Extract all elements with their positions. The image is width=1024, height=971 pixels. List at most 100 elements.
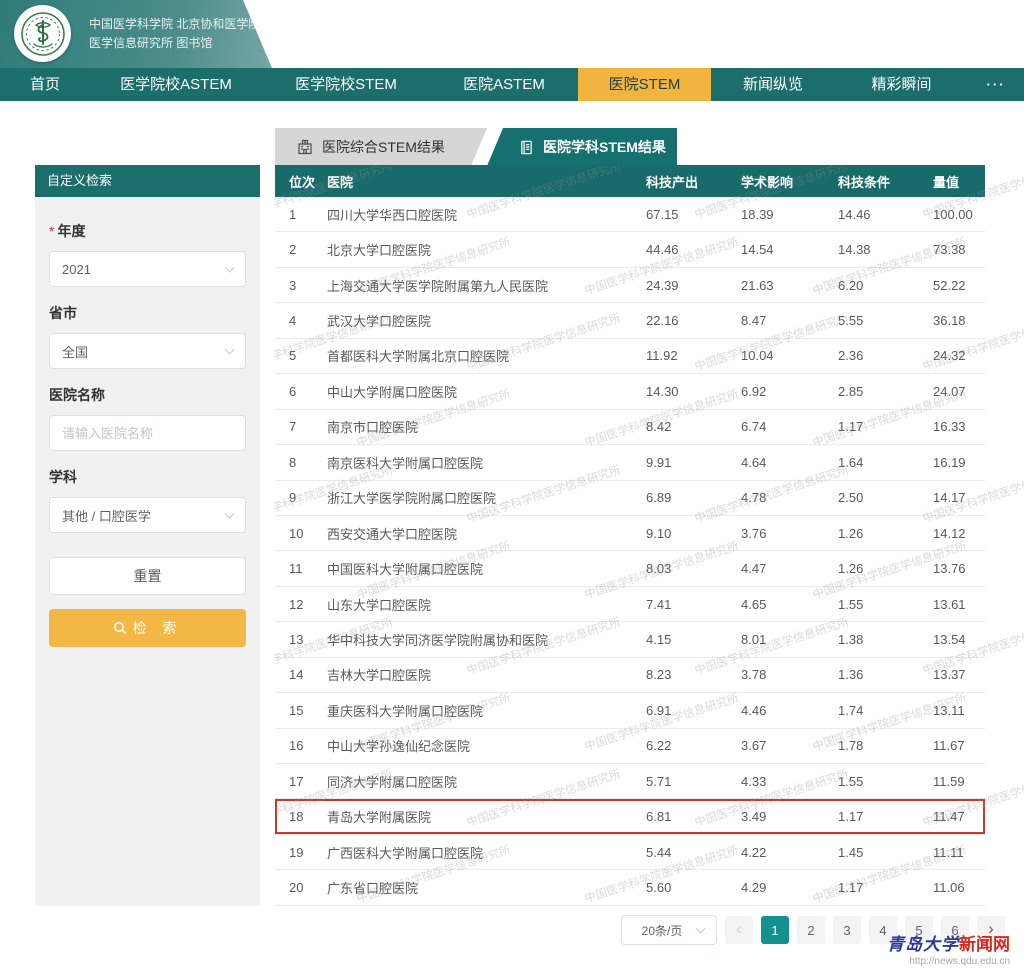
academic-impact-cell: 6.92 (741, 384, 838, 399)
value-cell: 11.47 (933, 809, 985, 824)
academic-impact-cell: 4.65 (741, 597, 838, 612)
tech-condition-cell: 6.20 (838, 278, 933, 293)
institute-name-line2: 医学信息研究所 图书馆 (89, 34, 260, 53)
tab-hospital-discipline-stem[interactable]: 医院学科STEM结果 (487, 128, 677, 166)
result-tabs: 医院综合STEM结果 医院学科STEM结果 (275, 128, 677, 166)
hospital-cell: 青岛大学附属医院 (327, 807, 646, 826)
nav-item[interactable]: 医学院校STEM (262, 68, 430, 101)
hospital-cell: 吉林大学口腔医院 (327, 665, 646, 684)
caduceus-seal-icon (20, 11, 66, 57)
page-size-select[interactable]: 20条/页 (621, 915, 717, 945)
table-row: 16中山大学孙逸仙纪念医院6.223.671.7811.67 (275, 729, 985, 764)
value-cell: 24.07 (933, 384, 985, 399)
institute-name: 中国医学科学院 北京协和医学院 医学信息研究所 图书馆 (89, 15, 260, 53)
hospital-cell: 北京大学口腔医院 (327, 240, 646, 259)
value-cell: 13.76 (933, 561, 985, 576)
rank-cell: 15 (275, 703, 327, 718)
nav-item[interactable]: 医学院校ASTEM (90, 68, 262, 101)
hospital-cell: 中山大学附属口腔医院 (327, 382, 646, 401)
tech-condition-cell: 1.17 (838, 880, 933, 895)
hospital-cell: 广东省口腔医院 (327, 878, 646, 897)
tech-condition-cell: 1.26 (838, 526, 933, 541)
academic-impact-cell: 3.49 (741, 809, 838, 824)
tech-output-cell: 5.60 (646, 880, 741, 895)
value-cell: 16.33 (933, 419, 985, 434)
tech-output-cell: 4.15 (646, 632, 741, 647)
institute-name-line1: 中国医学科学院 北京协和医学院 (89, 15, 260, 34)
table-row: 8南京医科大学附属口腔医院9.914.641.6416.19 (275, 445, 985, 480)
hospital-cell: 四川大学华西口腔医院 (327, 205, 646, 224)
col-header-hospital: 医院 (327, 172, 646, 191)
nav-item[interactable]: 医院ASTEM (430, 68, 578, 101)
col-header-tech-condition: 科技条件 (838, 172, 933, 191)
nav-item[interactable]: 精彩瞬间 (835, 68, 968, 101)
value-cell: 11.06 (933, 880, 985, 895)
search-button-label: 检 索 (133, 618, 183, 638)
table-row: 3上海交通大学医学院附属第九人民医院24.3921.636.2052.22 (275, 268, 985, 303)
chevron-down-icon (225, 263, 235, 273)
academic-impact-cell: 3.78 (741, 667, 838, 682)
tab-hospital-overall-stem[interactable]: 医院综合STEM结果 (275, 128, 487, 166)
rank-cell: 5 (275, 348, 327, 363)
tech-output-cell: 9.10 (646, 526, 741, 541)
academic-impact-cell: 4.29 (741, 880, 838, 895)
tech-output-cell: 5.44 (646, 845, 741, 860)
value-cell: 13.37 (933, 667, 985, 682)
select-省市[interactable]: 全国 (49, 333, 246, 369)
value-cell: 14.17 (933, 490, 985, 505)
hospital-cell: 中山大学孙逸仙纪念医院 (327, 736, 646, 755)
academic-impact-cell: 8.47 (741, 313, 838, 328)
nav-item[interactable]: 首页 (0, 68, 90, 101)
table-row: 9浙江大学医学院附属口腔医院6.894.782.5014.17 (275, 481, 985, 516)
tech-output-cell: 6.22 (646, 738, 741, 753)
rank-cell: 14 (275, 667, 327, 682)
hospital-name-field (49, 415, 246, 451)
page-button[interactable]: 2 (797, 916, 825, 944)
tech-condition-cell: 1.55 (838, 597, 933, 612)
field-label: 学科 (49, 467, 246, 487)
tech-condition-cell: 14.38 (838, 242, 933, 257)
ranking-table: 位次 医院 科技产出 学术影响 科技条件 量值 1四川大学华西口腔医院67.15… (275, 165, 985, 906)
nav-item[interactable]: 医院STEM (578, 68, 711, 101)
rank-cell: 3 (275, 278, 327, 293)
hospital-cell: 浙江大学医学院附属口腔医院 (327, 488, 646, 507)
search-button[interactable]: 检 索 (49, 609, 246, 647)
rank-cell: 9 (275, 490, 327, 505)
tech-output-cell: 67.15 (646, 207, 741, 222)
page-button[interactable]: 1 (761, 916, 789, 944)
prev-page-button[interactable]: ‹ (725, 916, 753, 944)
sidebar-form: *年度2021省市全国医院名称学科其他 / 口腔医学重置检 索 (35, 197, 260, 906)
tech-condition-cell: 5.55 (838, 313, 933, 328)
table-row: 15重庆医科大学附属口腔医院6.914.461.7413.11 (275, 693, 985, 728)
hospital-cell: 首都医科大学附属北京口腔医院 (327, 346, 646, 365)
rank-cell: 1 (275, 207, 327, 222)
rank-cell: 20 (275, 880, 327, 895)
nav-item[interactable]: 新闻纵览 (711, 68, 835, 101)
tech-output-cell: 9.91 (646, 455, 741, 470)
hospital-cell: 武汉大学口腔医院 (327, 311, 646, 330)
hospital-cell: 山东大学口腔医院 (327, 595, 646, 614)
qdu-news-url: http://news.qdu.edu.cn (887, 956, 1010, 969)
tab-label: 医院学科STEM结果 (543, 137, 666, 157)
table-row: 20广东省口腔医院5.604.291.1711.06 (275, 870, 985, 905)
hospital-building-icon (297, 139, 313, 155)
top-banner: 中国医学科学院 北京协和医学院 医学信息研究所 图书馆 (0, 0, 1024, 68)
tech-condition-cell: 1.45 (838, 845, 933, 860)
tech-condition-cell: 2.85 (838, 384, 933, 399)
value-cell: 11.67 (933, 738, 985, 753)
select-学科[interactable]: 其他 / 口腔医学 (49, 497, 246, 533)
hospital-name-input[interactable] (62, 426, 219, 441)
hospital-cell: 重庆医科大学附属口腔医院 (327, 701, 646, 720)
nav-item-more[interactable]: ··· (968, 68, 1024, 101)
tech-condition-cell: 1.55 (838, 774, 933, 789)
reset-button[interactable]: 重置 (49, 557, 246, 595)
select-年度[interactable]: 2021 (49, 251, 246, 287)
tech-output-cell: 6.89 (646, 490, 741, 505)
value-cell: 24.32 (933, 348, 985, 363)
search-icon (113, 621, 127, 635)
table-row: 1四川大学华西口腔医院67.1518.3914.46100.00 (275, 197, 985, 232)
page-button[interactable]: 3 (833, 916, 861, 944)
table-row: 13华中科技大学同济医学院附属协和医院4.158.011.3813.54 (275, 622, 985, 657)
value-cell: 100.00 (933, 207, 985, 222)
main-nav: 首页医学院校ASTEM医学院校STEM医院ASTEM医院STEM新闻纵览精彩瞬间… (0, 68, 1024, 101)
